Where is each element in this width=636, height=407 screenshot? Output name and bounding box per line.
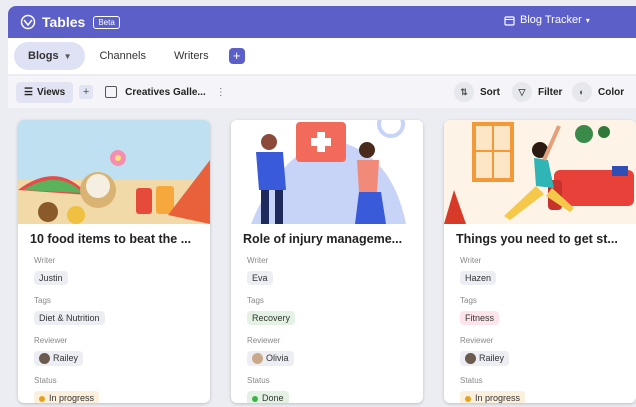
gallery-card[interactable]: 10 food items to beat the ... Writer Jus…: [18, 120, 210, 403]
tab-writers[interactable]: Writers: [160, 42, 223, 70]
status-badge: In progress: [34, 391, 100, 403]
reviewer-label: Reviewer: [34, 336, 68, 345]
reviewer-label: Reviewer: [247, 336, 281, 345]
tags-label: Tags: [34, 296, 51, 305]
writer-chip: Eva: [247, 271, 273, 285]
status-label: Status: [34, 376, 57, 386]
views-button[interactable]: ☰ Views: [16, 81, 74, 103]
add-table-button[interactable]: +: [228, 48, 245, 64]
app-logo-icon: [20, 14, 36, 30]
card-title: 10 food items to beat the ...: [30, 232, 192, 246]
tab-label: Blogs: [28, 50, 59, 62]
filter-button[interactable]: ▽ Filter: [512, 82, 562, 102]
tag-chip: Diet & Nutrition: [34, 311, 105, 325]
add-view-button[interactable]: +: [79, 85, 94, 99]
reviewer-name: Railey: [479, 353, 505, 363]
status-dot-icon: [252, 395, 258, 402]
reviewer-chip: Olivia: [247, 351, 294, 367]
sort-button[interactable]: ⇅ Sort: [454, 82, 500, 102]
tag-chip: Recovery: [247, 311, 296, 325]
tag-chip: Fitness: [460, 311, 500, 325]
writer-chip: Justin: [34, 271, 68, 285]
status-text: Done: [262, 393, 284, 403]
chevron-down-icon: ▼: [63, 51, 72, 61]
gallery-card[interactable]: Things you need to get st... Writer Haze…: [444, 120, 636, 403]
base-name: Blog Tracker: [520, 14, 582, 26]
tags-label: Tags: [460, 296, 477, 305]
reviewer-chip: Railey: [34, 351, 84, 367]
view-toolbar: ☰ Views + Creatives Galle... ⋮ ⇅ Sort ▽ …: [8, 76, 636, 108]
reviewer-label: Reviewer: [460, 336, 494, 345]
writer-chip: Hazen: [460, 271, 497, 285]
status-label: Status: [247, 376, 270, 386]
color-button[interactable]: ◐ Color: [572, 82, 624, 102]
reviewer-name: Railey: [53, 353, 79, 363]
writer-label: Writer: [34, 256, 56, 265]
tab-channels[interactable]: Channels: [85, 42, 159, 70]
color-label: Color: [598, 86, 625, 98]
sort-label: Sort: [480, 86, 500, 98]
tab-blogs[interactable]: Blogs ▼: [14, 42, 86, 70]
avatar: [39, 353, 50, 365]
app-title: Tables: [42, 14, 86, 30]
avatar: [252, 353, 263, 365]
card-cover-image: [18, 120, 210, 224]
sort-icon: ⇅: [454, 82, 474, 102]
gallery-view-icon: [105, 86, 118, 98]
chevron-down-icon: ▾: [585, 15, 590, 25]
menu-icon: ☰: [24, 86, 33, 98]
more-options-icon[interactable]: ⋮: [216, 87, 226, 98]
filter-label: Filter: [538, 86, 563, 98]
avatar: [465, 353, 476, 365]
card-title: Role of injury manageme...: [243, 232, 403, 246]
status-badge: In progress: [460, 391, 526, 403]
status-dot-icon: [39, 395, 45, 402]
gallery-card[interactable]: Role of injury manageme... Writer Eva Ta…: [231, 120, 423, 403]
app-header: Tables Beta Blog Tracker ▾: [8, 6, 636, 38]
base-selector[interactable]: Blog Tracker ▾: [504, 14, 590, 26]
color-palette-icon: ◐: [572, 82, 592, 102]
table-tabs: Blogs ▼ Channels Writers +: [8, 38, 636, 74]
beta-badge: Beta: [93, 15, 120, 29]
card-cover-image: [444, 120, 636, 224]
writer-label: Writer: [247, 256, 269, 265]
current-view[interactable]: Creatives Galle...: [105, 86, 206, 98]
status-badge: Done: [247, 391, 289, 403]
card-title: Things you need to get st...: [456, 232, 618, 246]
reviewer-chip: Railey: [460, 351, 510, 367]
view-name: Creatives Galle...: [125, 86, 206, 98]
writer-label: Writer: [460, 256, 482, 265]
card-cover-image: [231, 120, 423, 224]
views-label: Views: [36, 86, 66, 98]
status-text: In progress: [475, 393, 521, 403]
reviewer-name: Olivia: [266, 353, 289, 363]
tags-label: Tags: [247, 296, 264, 305]
status-text: In progress: [49, 393, 95, 403]
status-dot-icon: [465, 395, 471, 402]
filter-icon: ▽: [512, 82, 532, 102]
calendar-icon: [504, 15, 515, 26]
status-label: Status: [460, 376, 483, 386]
